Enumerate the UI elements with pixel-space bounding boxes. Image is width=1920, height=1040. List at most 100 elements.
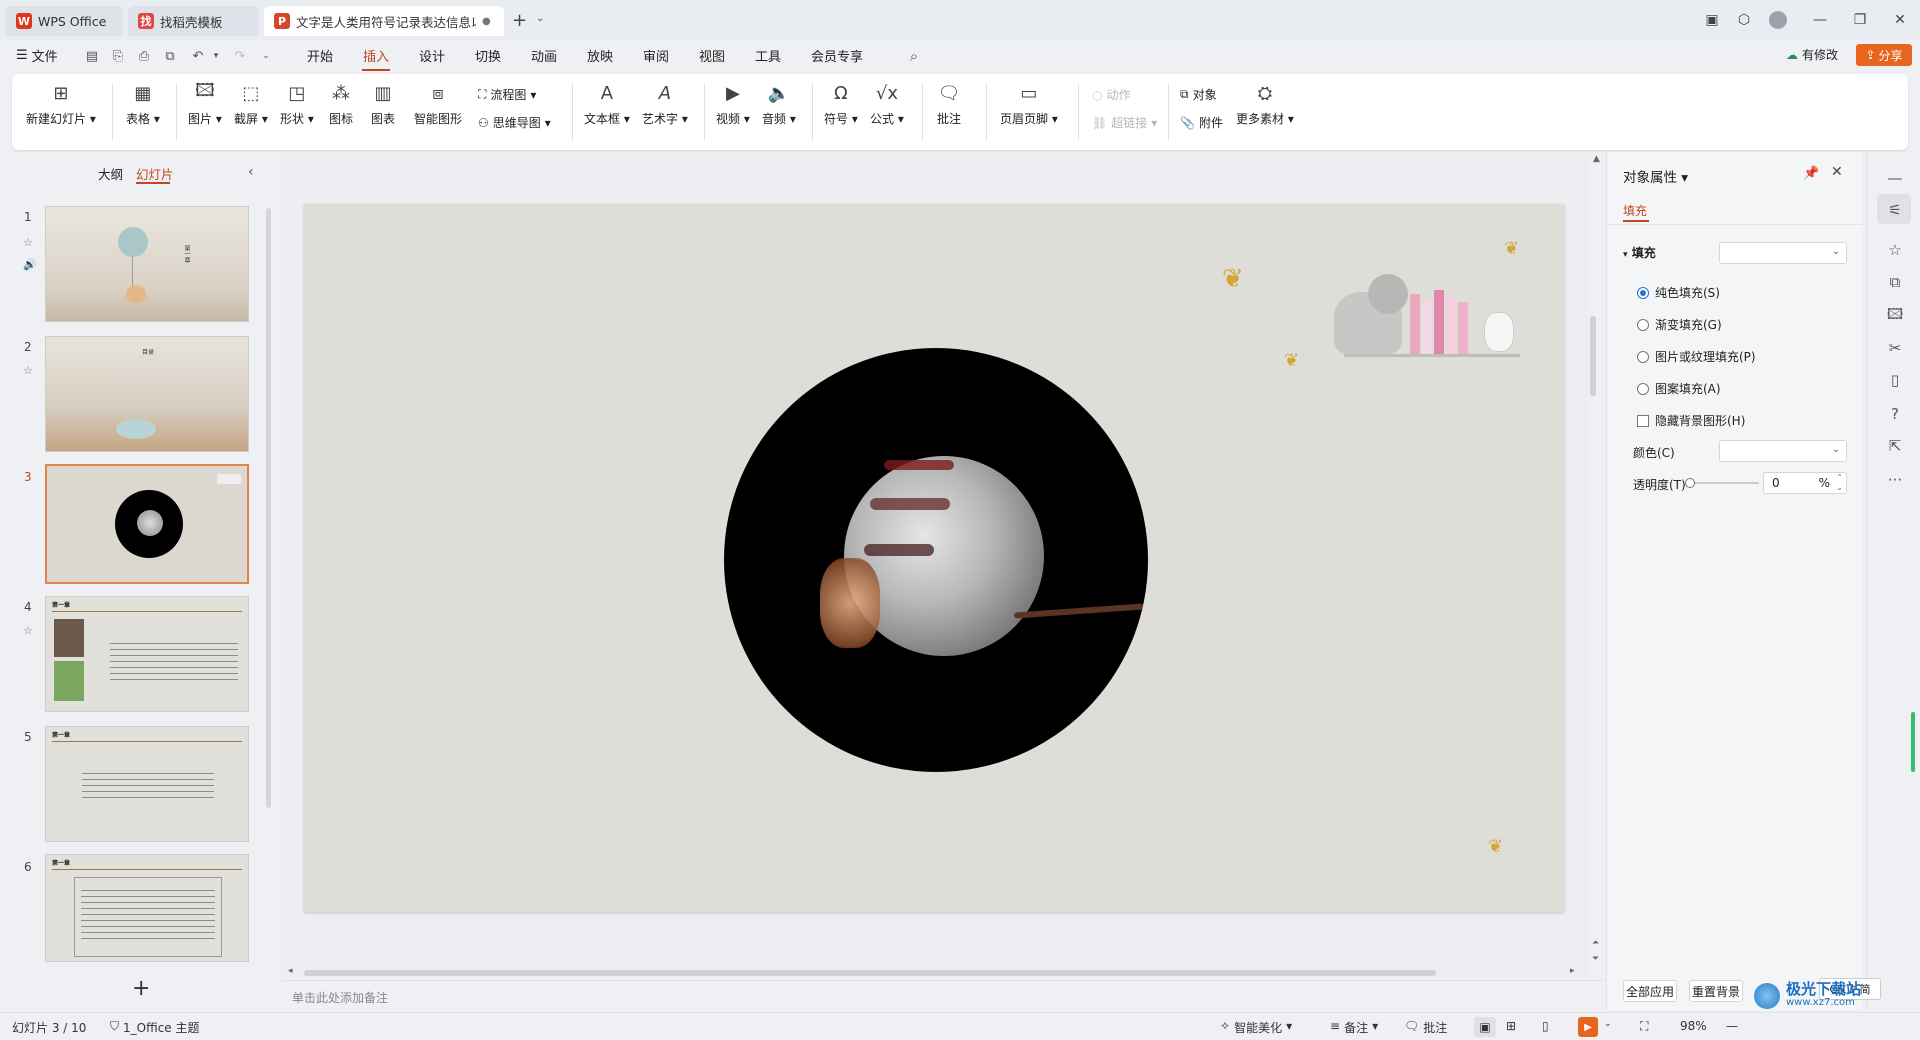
current-slide[interactable]: ❦ ❦ ❦ ❦ <box>304 204 1564 912</box>
zoom-out-icon[interactable]: — <box>1726 1019 1738 1033</box>
reading-view-icon[interactable]: ▯ <box>1542 1019 1549 1033</box>
properties-icon[interactable]: ⚟ <box>1885 200 1905 220</box>
normal-view-icon[interactable]: ▣ <box>1474 1017 1496 1037</box>
play-slideshow-icon[interactable]: ▶ <box>1578 1017 1598 1037</box>
pin-icon[interactable]: 📌 <box>1803 166 1819 181</box>
preview-icon[interactable]: ⧉ <box>162 48 178 64</box>
tools-icon[interactable]: ✂ <box>1885 338 1905 358</box>
tab-template[interactable]: 找 找稻壳模板 <box>128 6 258 36</box>
menu-insert[interactable]: 插入 <box>363 46 389 65</box>
menu-transition[interactable]: 切换 <box>475 46 501 65</box>
scroll-right-arrow-icon[interactable]: ▸ <box>1570 966 1575 976</box>
share-button[interactable]: ⇪ 分享 <box>1856 44 1912 66</box>
flowchart-button[interactable]: ⛶ 流程图 ▾ <box>478 86 536 103</box>
transparency-input[interactable]: 0 % ⌃ ⌄ <box>1763 472 1847 494</box>
next-slide-icon[interactable]: ⏷ <box>1592 954 1599 964</box>
slider-handle[interactable] <box>1685 478 1695 488</box>
checkbox[interactable] <box>1637 414 1649 427</box>
icon-button[interactable]: ⁂ 图标 <box>328 80 354 127</box>
pattern-fill-option[interactable]: 图案填充(A) <box>1637 380 1721 397</box>
mindmap-button[interactable]: ⚇ 思维导图 ▾ <box>478 114 551 131</box>
menu-design[interactable]: 设计 <box>419 46 445 65</box>
share-icon[interactable]: ⇱ <box>1885 436 1905 456</box>
notes-area[interactable]: 单击此处添加备注 <box>282 980 1606 1010</box>
notes-toggle[interactable]: ≡ 备注 ▾ <box>1330 1019 1378 1036</box>
symbol-button[interactable]: Ω 符号 ▾ <box>824 80 858 127</box>
textbox-button[interactable]: A 文本框 ▾ <box>584 80 630 127</box>
solid-fill-option[interactable]: 纯色填充(S) <box>1637 284 1720 301</box>
book-icon[interactable]: ▯ <box>1885 370 1905 390</box>
customize-chevron-icon[interactable]: ⌄ <box>258 48 274 64</box>
unsaved-dot-icon[interactable]: ● <box>482 16 491 27</box>
undo-icon[interactable]: ↶ <box>190 48 206 64</box>
radio-button[interactable] <box>1637 286 1649 299</box>
moon-image[interactable] <box>724 348 1148 772</box>
redo-icon[interactable]: ↷ <box>232 48 248 64</box>
canvas-horizontal-scrollbar[interactable] <box>304 970 1436 976</box>
slide-thumbnail-5[interactable]: 第一章 <box>45 726 249 842</box>
apply-all-button[interactable]: 全部应用 <box>1623 980 1677 1002</box>
tab-slides[interactable]: 幻灯片 <box>136 164 174 183</box>
formula-button[interactable]: √x 公式 ▾ <box>870 80 904 127</box>
menu-view[interactable]: 视图 <box>699 46 725 65</box>
search-icon[interactable]: ⌕ <box>906 47 922 65</box>
table-button[interactable]: ▦ 表格 ▾ <box>126 80 160 127</box>
menu-home[interactable]: 开始 <box>307 46 333 65</box>
thumbnail-scrollbar[interactable] <box>266 208 271 808</box>
menu-slideshow[interactable]: 放映 <box>587 46 613 65</box>
restore-icon[interactable]: ❐ <box>1848 8 1872 32</box>
save-icon[interactable]: ▤ <box>84 48 100 64</box>
new-tab-button[interactable]: + <box>512 10 527 31</box>
play-options-chevron-icon[interactable]: ⌄ <box>1604 1019 1612 1029</box>
fill-section-header[interactable]: ▾ 填充 <box>1623 244 1656 261</box>
close-icon[interactable]: ✕ <box>1888 8 1912 32</box>
radio-button[interactable] <box>1637 318 1649 331</box>
hyperlink-button[interactable]: ⛓ 超链接 ▾ <box>1092 114 1157 131</box>
art-text-button[interactable]: A 艺术字 ▾ <box>642 80 688 127</box>
zoom-level[interactable]: 98% <box>1680 1019 1707 1033</box>
prev-slide-icon[interactable]: ⏶ <box>1592 938 1599 948</box>
reset-background-button[interactable]: 重置背景 <box>1689 980 1743 1002</box>
sorter-view-icon[interactable]: ⊞ <box>1506 1019 1516 1033</box>
fill-color-select[interactable]: ⌄ <box>1719 242 1847 264</box>
smart-art-button[interactable]: ⧈ 智能图形 <box>414 80 462 127</box>
picture-button[interactable]: 🖾 图片 ▾ <box>188 80 222 127</box>
image-edit-icon[interactable]: 🖾 <box>1885 305 1905 326</box>
picture-fill-option[interactable]: 图片或纹理填充(P) <box>1637 348 1756 365</box>
stepper-icon[interactable]: ⌃ ⌄ <box>1836 473 1843 493</box>
export-icon[interactable]: ⎘ <box>110 48 126 64</box>
gradient-fill-option[interactable]: 渐变填充(G) <box>1637 316 1722 333</box>
menu-tools[interactable]: 工具 <box>755 46 781 65</box>
screenshot-button[interactable]: ⬚ 截屏 ▾ <box>234 80 268 127</box>
layout-icon[interactable]: ▣ <box>1700 8 1724 32</box>
menu-member[interactable]: 会员专享 <box>811 46 863 65</box>
radio-button[interactable] <box>1637 350 1649 363</box>
object-button[interactable]: ⧉ 对象 <box>1180 86 1217 103</box>
comment-button[interactable]: 🗨 批注 <box>936 80 962 127</box>
help-icon[interactable]: ? <box>1885 404 1905 424</box>
fit-window-icon[interactable]: ⛶ <box>1640 1019 1648 1034</box>
tab-list-chevron-icon[interactable]: ⌄ <box>536 13 544 24</box>
star-icon[interactable]: ☆ <box>1885 240 1905 260</box>
tab-document[interactable]: P 文字是人类用符号记录表达信息以 ● <box>264 6 504 36</box>
collapse-panel-icon[interactable]: ‹ <box>248 164 254 180</box>
cube-icon[interactable]: ⬡ <box>1732 8 1756 32</box>
scroll-up-arrow-icon[interactable]: ▲ <box>1593 154 1600 164</box>
shape-button[interactable]: ◳ 形状 ▾ <box>280 80 314 127</box>
minimize-icon[interactable]: — <box>1808 8 1832 32</box>
chart-button[interactable]: ▥ 图表 <box>370 80 396 127</box>
new-slide-button[interactable]: ⊞ 新建幻灯片 ▾ <box>26 80 96 127</box>
comment-toggle[interactable]: 🗨 批注 <box>1404 1019 1447 1036</box>
slide-thumbnail-3[interactable] <box>45 464 249 584</box>
scroll-left-arrow-icon[interactable]: ◂ <box>288 966 293 976</box>
smart-beautify-button[interactable]: ✧ 智能美化 ▾ <box>1220 1019 1292 1036</box>
add-slide-button[interactable]: + <box>132 976 150 1001</box>
slide-thumbnail-2[interactable]: 目录 <box>45 336 249 452</box>
panel-title[interactable]: 对象属性 ▾ <box>1623 166 1688 186</box>
radio-button[interactable] <box>1637 382 1649 395</box>
print-icon[interactable]: ⎙ <box>136 48 152 64</box>
header-footer-button[interactable]: ▭ 页眉页脚 ▾ <box>1000 80 1058 127</box>
transparency-slider[interactable] <box>1685 478 1759 488</box>
elephant-books-image[interactable] <box>1334 266 1524 360</box>
hide-background-checkbox[interactable]: 隐藏背景图形(H) <box>1637 412 1745 429</box>
